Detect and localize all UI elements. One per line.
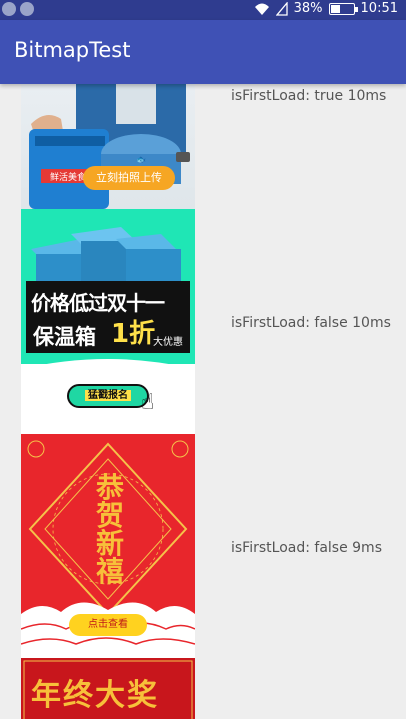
year-end-award-calligraphy: 年终大奖 bbox=[31, 678, 159, 713]
app-title: BitmapTest bbox=[14, 38, 131, 62]
upload-photo-button: 立刻拍照上传 bbox=[83, 166, 175, 190]
promo-headline-4: 大优惠 bbox=[153, 337, 183, 348]
promo-headline-3: 1折 bbox=[111, 319, 156, 349]
list-item[interactable]: 鲜活美食 🐟 立刻拍照上传 isFirstLoad: true 10ms bbox=[0, 84, 406, 209]
greeting-calligraphy: 恭贺新禧 bbox=[95, 471, 124, 588]
wifi-icon bbox=[254, 3, 269, 15]
battery-icon bbox=[328, 2, 358, 15]
load-info-text: isFirstLoad: true 10ms bbox=[231, 88, 387, 104]
app-bar: BitmapTest bbox=[0, 20, 406, 84]
view-label: 点击查看 bbox=[88, 619, 128, 630]
status-right: 38% 10:51 bbox=[254, 1, 398, 16]
svg-text:🐟: 🐟 bbox=[136, 155, 146, 164]
notification-icon bbox=[2, 2, 16, 16]
promo-headline-1: 价格低过双十一 bbox=[31, 291, 165, 315]
signal-icon bbox=[275, 1, 288, 16]
upload-photo-label: 立刻拍照上传 bbox=[96, 171, 162, 184]
list-item-image: 恭贺新禧 点击查看 bbox=[21, 434, 195, 658]
promo-headline-2: 保温箱 bbox=[33, 325, 96, 349]
signup-label: 猛戳报名 bbox=[85, 390, 131, 401]
signup-button: 猛戳报名 bbox=[67, 384, 149, 408]
battery-percent: 38% bbox=[293, 1, 323, 16]
list-item[interactable]: 年终大奖 bbox=[0, 658, 406, 719]
notification-icons bbox=[2, 2, 34, 16]
image-list[interactable]: 鲜活美食 🐟 立刻拍照上传 isFirstLoad: true 10ms 价格低… bbox=[0, 84, 406, 719]
list-item[interactable]: 恭贺新禧 点击查看 isFirstLoad: false 9ms bbox=[0, 434, 406, 658]
load-info-text: isFirstLoad: false 9ms bbox=[231, 540, 382, 556]
list-item-image: 价格低过双十一 保温箱 1折 大优惠 猛戳报名 ☝ bbox=[21, 209, 195, 434]
view-button: 点击查看 bbox=[69, 614, 147, 636]
load-info-text: isFirstLoad: false 10ms bbox=[231, 315, 391, 331]
list-item-image: 鲜活美食 🐟 立刻拍照上传 bbox=[21, 84, 195, 209]
clock: 10:51 bbox=[360, 1, 398, 16]
cooler-logo: 鲜活美食 bbox=[50, 171, 86, 183]
status-bar: 38% 10:51 bbox=[0, 0, 406, 20]
list-item[interactable]: 价格低过双十一 保温箱 1折 大优惠 猛戳报名 ☝ isFirstLoad: f… bbox=[0, 209, 406, 434]
battery-fill bbox=[330, 4, 340, 13]
list-item-image: 年终大奖 bbox=[21, 658, 195, 719]
pointer-hand-icon: ☝ bbox=[141, 390, 155, 415]
notification-icon bbox=[20, 2, 34, 16]
